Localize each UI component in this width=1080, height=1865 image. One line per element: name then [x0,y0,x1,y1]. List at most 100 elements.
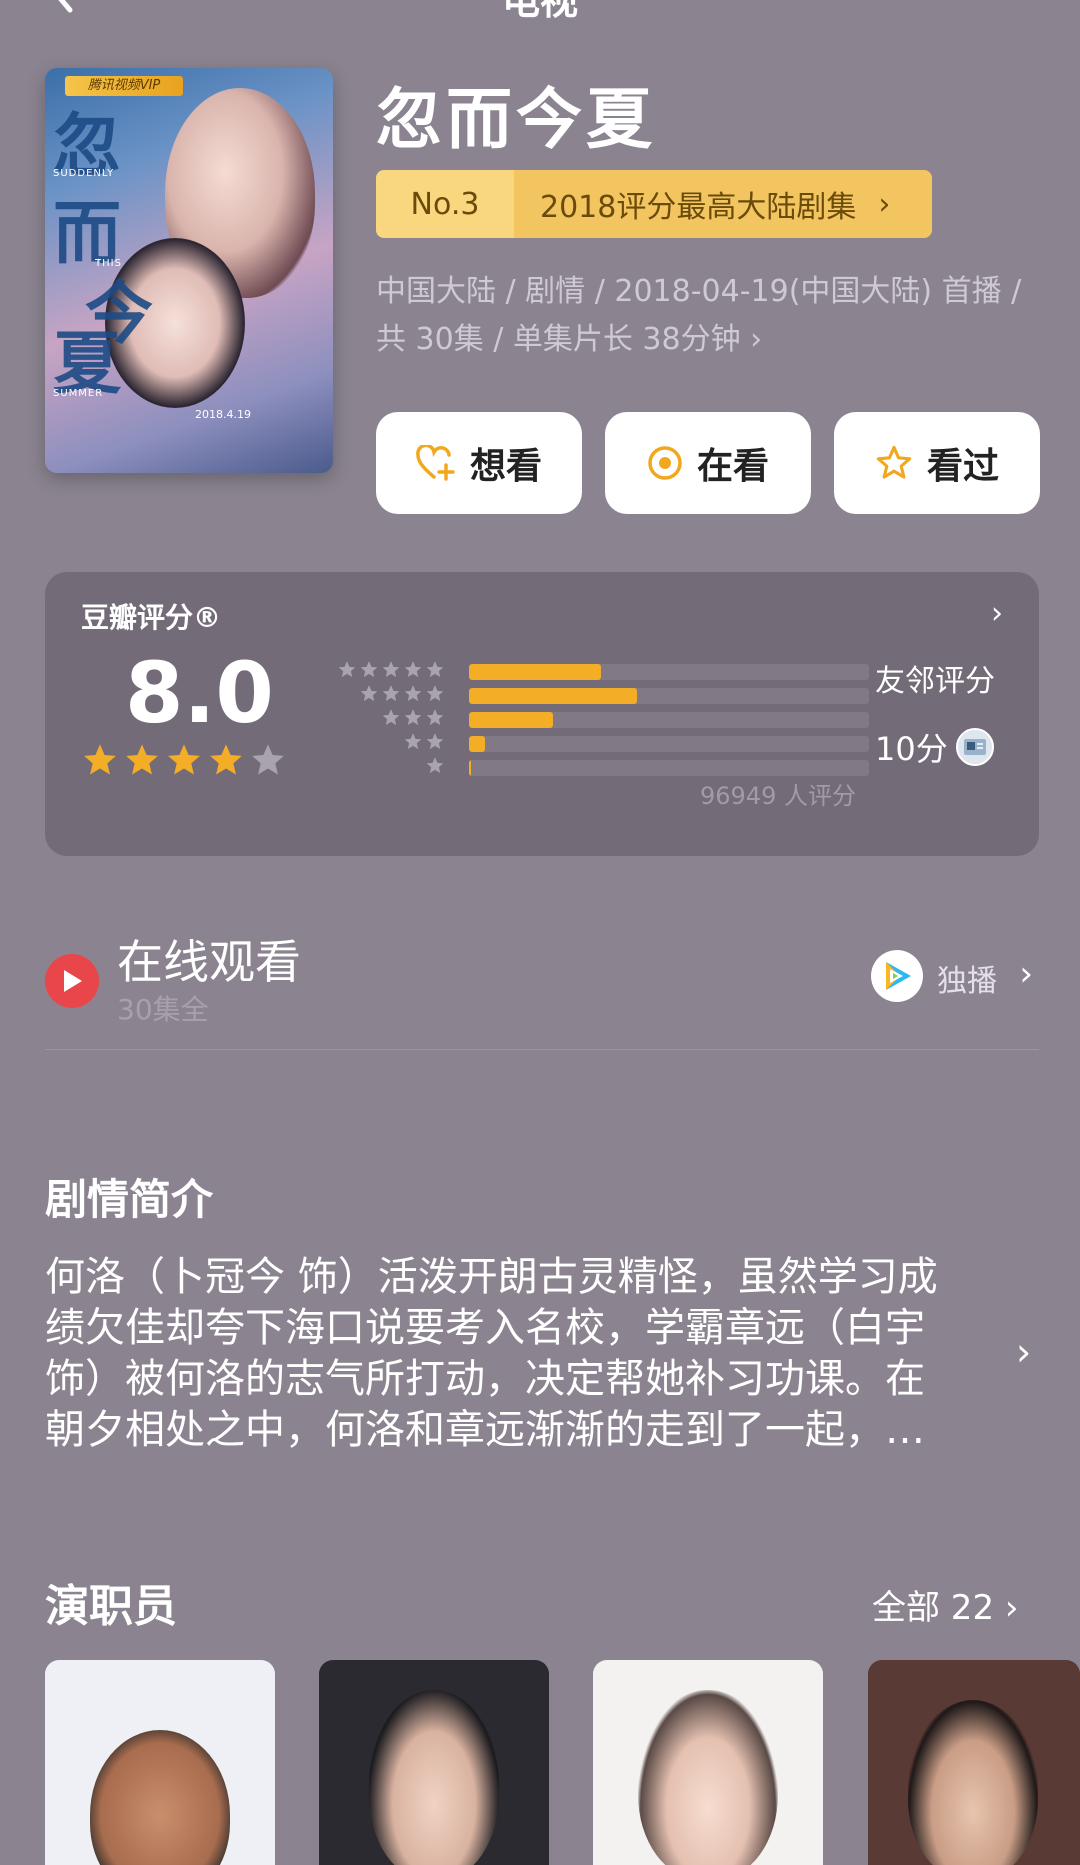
cast-all-label: 全部 22 [872,1588,995,1628]
rank-number: No.3 [376,170,514,238]
star-icon [403,684,423,708]
star-icon [123,742,161,784]
poster-eng-text: SUMMER [53,388,104,399]
rank-text: 2018评分最高大陆剧集 [540,190,857,225]
synopsis-text[interactable]: 何洛（卜冠今 饰）活泼开朗古灵精怪，虽然学习成 绩欠佳却夸下海口说要考入名校，学… [45,1252,1015,1456]
star-icon [425,732,445,756]
distribution-track [469,736,869,752]
poster-image[interactable]: 腾讯视频VIP 忽 SUDDENLY 而 THIS 今 夏 SUMMER 201… [45,68,333,473]
star-icon [337,660,357,684]
star-icon [359,660,379,684]
distribution-bar [469,760,472,776]
avatar [955,728,994,766]
distribution-stars [325,684,445,708]
watched-label: 看过 [926,446,999,487]
cast-photo[interactable] [319,1660,549,1865]
star-icon [403,732,423,756]
star-icon [81,742,119,784]
watching-button[interactable]: 在看 [605,412,811,514]
episode-count: 30集全 [117,993,209,1026]
distribution-row [325,708,869,732]
douban-rating-card[interactable]: 豆瓣评分® › 8.0 96949 人评分 友邻评分 10分 [45,572,1039,856]
distribution-row [325,732,869,756]
star-icon [381,660,401,684]
star-icon [359,684,379,708]
chevron-right-icon: › [750,322,763,357]
chevron-right-icon[interactable]: › [991,596,1003,631]
show-meta[interactable]: 中国大陆 / 剧情 / 2018-04-19(中国大陆) 首播 / 共 30集 … [376,268,1056,364]
distribution-bar [469,688,637,704]
star-icon [425,660,445,684]
distribution-bar [469,664,601,680]
friends-rating[interactable]: 10分 [875,724,994,770]
watch-online-row[interactable]: 在线观看 30集全 独播 › [45,920,1039,1050]
show-title: 忽而今夏 [376,80,656,158]
play-icon [45,954,99,1008]
watch-online-title: 在线观看 [117,935,301,989]
meta-line: 共 30集 / 单集片长 38分钟 [376,322,741,357]
distribution-track [469,760,869,776]
chevron-right-icon[interactable]: › [1016,1330,1031,1374]
synopsis-line: 绩欠佳却夸下海口说要考入名校，学霸章远（白宇 [45,1305,925,1351]
nav-title: 电视 [501,0,578,23]
exclusive-label: 独播 [937,964,997,999]
target-icon [647,445,683,481]
star-icon [403,708,423,732]
friends-score-value: 10分 [875,730,948,768]
meta-line: 中国大陆 / 剧情 / 2018-04-19(中国大陆) 首播 / [376,274,1022,309]
cast-face [638,1690,778,1865]
rank-badge[interactable]: No.3 2018评分最高大陆剧集 › [376,170,932,238]
synopsis-line: 朝夕相处之中，何洛和章远渐渐的走到了一起，… [45,1407,925,1453]
cast-photo[interactable] [593,1660,823,1865]
watched-button[interactable]: 看过 [834,412,1040,514]
distribution-bar [469,736,485,752]
distribution-track [469,712,869,728]
want-to-watch-button[interactable]: 想看 [376,412,582,514]
star-icon [381,684,401,708]
star-icon [425,756,445,780]
synopsis-title: 剧情简介 [45,1175,214,1224]
star-icon [381,708,401,732]
distribution-stars [325,732,445,756]
chevron-right-icon: › [878,186,891,222]
cast-photo[interactable] [868,1660,1080,1865]
rating-stars [81,742,287,784]
distribution-bar [469,712,553,728]
distribution-stars [325,708,445,732]
star-outline-icon [875,445,913,481]
cast-view-all[interactable]: 全部 22 › [872,1580,1019,1629]
distribution-row [325,660,869,684]
star-icon [207,742,245,784]
cast-photo[interactable] [45,1660,275,1865]
distribution-stars [325,756,445,780]
distribution-stars [325,660,445,684]
star-icon [425,708,445,732]
chevron-right-icon: › [1019,954,1033,994]
cast-face [90,1730,230,1865]
cast-face [369,1690,499,1865]
top-bar: 电视 [0,0,1080,23]
star-icon [165,742,203,784]
rating-distribution [325,660,869,780]
rating-score: 8.0 [125,644,274,742]
friends-rating-label: 友邻评分 [875,664,995,699]
watching-label: 在看 [696,446,769,487]
cast-face [908,1700,1038,1865]
star-icon [249,742,287,784]
poster-date: 2018.4.19 [195,408,251,421]
distribution-row [325,684,869,708]
cast-title: 演职员 [45,1581,177,1632]
tencent-video-icon [871,950,923,1002]
synopsis-line: 何洛（卜冠今 饰）活泼开朗古灵精怪，虽然学习成 [45,1254,938,1300]
want-label: 想看 [469,446,542,487]
distribution-track [469,688,869,704]
rating-label: 豆瓣评分® [81,601,222,634]
synopsis-line: 饰）被何洛的志气所打动，决定帮她补习功课。在 [45,1356,925,1402]
rank-text-wrap: 2018评分最高大陆剧集 › [514,170,932,238]
star-icon [425,684,445,708]
chevron-right-icon: › [1004,1588,1019,1628]
star-icon [403,660,423,684]
voter-count: 96949 人评分 [700,782,856,810]
distribution-track [469,664,869,680]
meta-line-2: 共 30集 / 单集片长 38分钟 › [376,316,1056,364]
